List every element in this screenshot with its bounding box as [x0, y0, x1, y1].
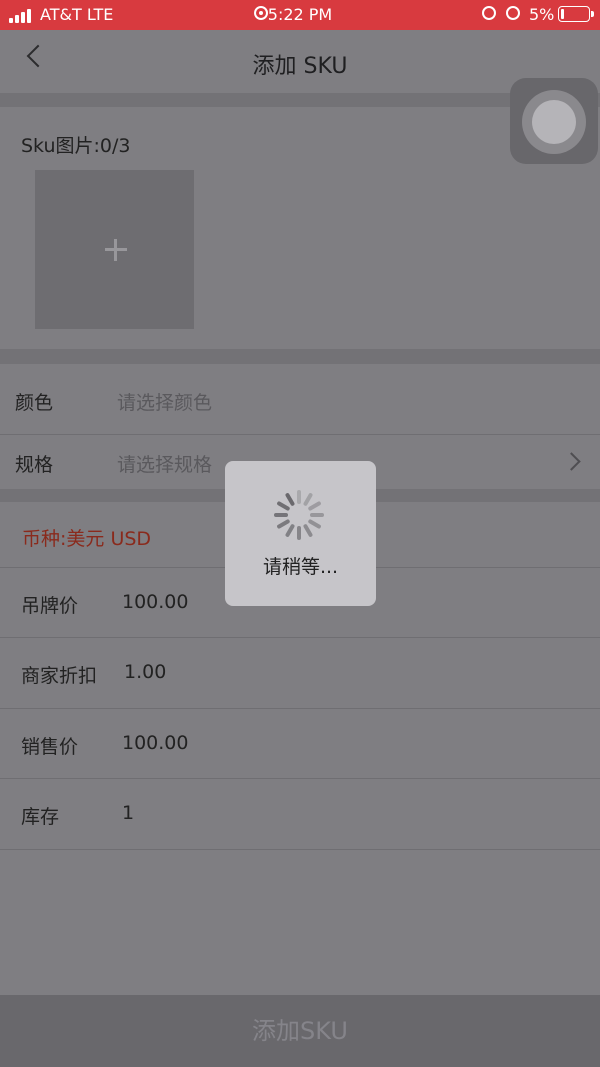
section-divider: [0, 349, 600, 364]
discount-input[interactable]: 1.00: [124, 661, 166, 683]
spinner-blade: [284, 492, 296, 507]
spec-label: 规格: [15, 454, 54, 476]
spinner-blade: [297, 526, 301, 540]
spinner-blade: [274, 513, 288, 517]
spinner-blade: [297, 490, 301, 504]
discount-label: 商家折扣: [21, 665, 98, 687]
plus-icon-vertical: [114, 239, 117, 261]
sku-image-label: Sku图片:0/3: [21, 135, 131, 157]
tag-price-input[interactable]: 100.00: [122, 591, 188, 613]
divider: [0, 778, 600, 779]
battery-percent: 5%: [529, 5, 555, 24]
color-select[interactable]: 请选择颜色: [117, 388, 212, 415]
orientation-lock-icon: [506, 6, 520, 20]
stock-input[interactable]: 1: [122, 802, 134, 824]
sale-price-label: 销售价: [21, 736, 79, 758]
page-title: 添加 SKU: [252, 54, 348, 79]
assistive-touch-dot: [532, 100, 576, 144]
spinner-blade: [284, 523, 296, 538]
sale-price-input[interactable]: 100.00: [122, 732, 188, 754]
spec-select[interactable]: 请选择规格: [117, 450, 212, 477]
tag-price-label: 吊牌价: [21, 595, 79, 617]
divider: [0, 849, 600, 850]
color-label: 颜色: [15, 392, 54, 414]
spinner-blade: [302, 523, 314, 538]
spinner-blade: [310, 513, 324, 517]
currency-text: 币种:美元 USD: [22, 528, 152, 550]
alarm-icon: [482, 6, 496, 20]
stock-label: 库存: [21, 806, 60, 828]
divider: [0, 637, 600, 638]
chevron-right-icon[interactable]: [562, 452, 581, 471]
spinner-icon: [274, 490, 324, 540]
spinner-blade: [307, 518, 322, 530]
spinner-blade: [276, 500, 291, 512]
divider: [0, 708, 600, 709]
add-sku-button-label: 添加SKU: [252, 1017, 348, 1045]
add-sku-button[interactable]: 添加SKU: [0, 995, 600, 1067]
spinner-blade: [307, 500, 322, 512]
battery-icon: [558, 6, 594, 22]
loading-text: 请稍等...: [262, 556, 339, 578]
status-bar: AT&T LTE 5:22 PM 5%: [0, 0, 600, 30]
divider: [0, 434, 600, 435]
